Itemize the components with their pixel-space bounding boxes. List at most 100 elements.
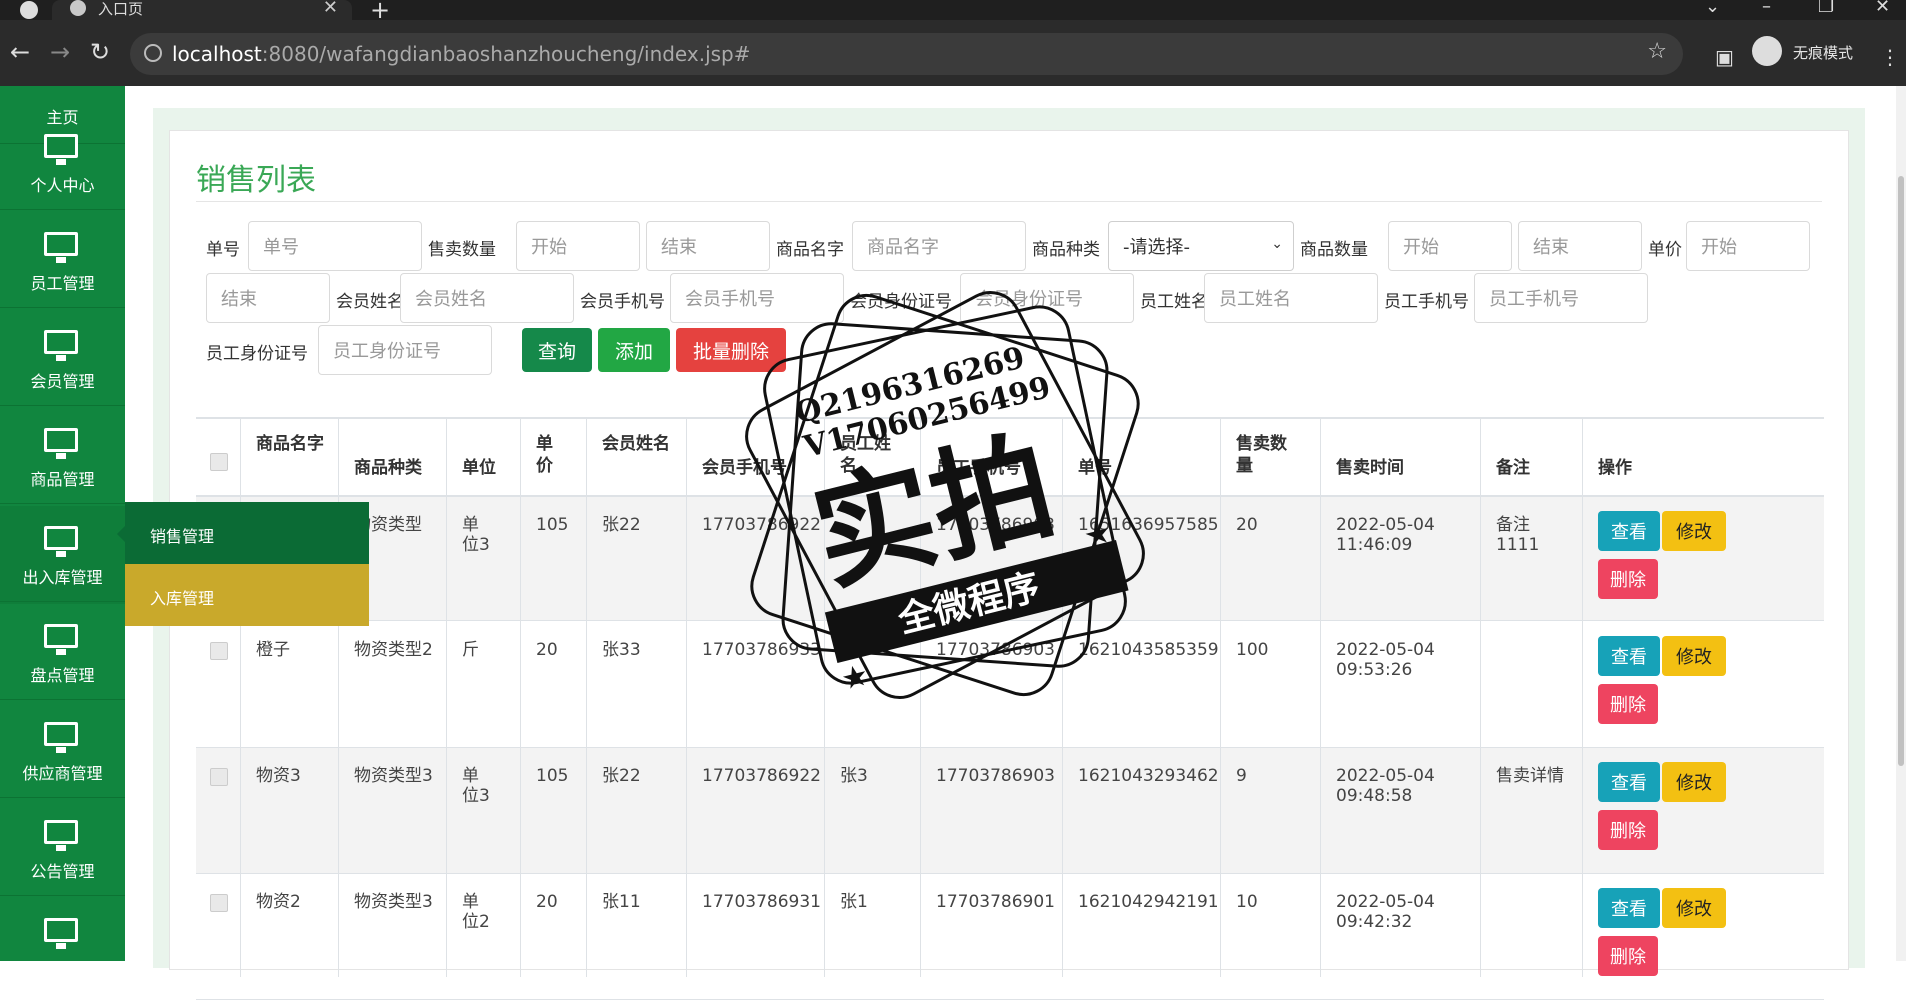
sidebar-item-notices[interactable]: 公告管理 — [0, 800, 125, 898]
staff-id-input[interactable]: 员工身份证号 — [318, 325, 492, 375]
cell-member-phone: 17703786922 — [702, 515, 821, 535]
edit-button[interactable]: 修改 — [1662, 762, 1726, 802]
delete-button[interactable]: 删除 — [1598, 684, 1658, 724]
sidebar-divider — [0, 895, 125, 896]
sidebar-item-goods[interactable]: 商品管理 — [0, 408, 125, 506]
address-bar[interactable]: localhost:8080/wafangdianbaoshanzhouchen… — [130, 33, 1683, 75]
table-row: 物资2 物资类型3 单位2 20 张11 17703786931 张1 1770… — [196, 874, 1824, 1000]
cell-staff-phone: 17703786903 — [936, 515, 1055, 535]
more-menu-icon[interactable]: ⋮ — [1880, 45, 1900, 69]
chevron-down-icon: ⌄ — [1271, 236, 1283, 252]
url-path: :8080/wafangdianbaoshanzhoucheng/index.j… — [261, 42, 751, 66]
cell-sale-qty: 10 — [1236, 892, 1258, 912]
row-checkbox[interactable] — [210, 894, 228, 912]
page-scrollbar[interactable] — [1896, 86, 1906, 961]
staff-phone-label: 员工手机号 — [1384, 292, 1469, 312]
cell-unit: 单位3 — [462, 515, 490, 555]
cell-sale-qty: 9 — [1236, 766, 1247, 786]
sidebar-item-suppliers[interactable]: 供应商管理 — [0, 702, 125, 800]
monitor-icon — [44, 134, 78, 165]
sidebar-item-label: 公告管理 — [30, 862, 95, 881]
tab-close-icon[interactable]: ✕ — [323, 0, 338, 18]
price-start-input[interactable]: 开始 — [1686, 221, 1810, 271]
view-button[interactable]: 查看 — [1598, 762, 1660, 802]
sidebar-divider — [0, 307, 125, 308]
incognito-icon[interactable] — [1752, 36, 1782, 66]
goods-name-input[interactable]: 商品名字 — [852, 221, 1026, 271]
delete-button[interactable]: 删除 — [1598, 936, 1658, 976]
goods-type-select[interactable]: -请选择- ⌄ — [1108, 221, 1294, 271]
url-host: localhost — [172, 42, 262, 66]
flyout-item-stock-in[interactable]: 入库管理 — [125, 564, 369, 626]
column-divider — [824, 417, 825, 977]
member-id-input[interactable]: 会员身份证号 — [960, 273, 1134, 323]
sidebar-item-basedata[interactable]: 基础数据管理 — [0, 898, 125, 996]
sidebar-item-members[interactable]: 会员管理 — [0, 310, 125, 408]
view-button[interactable]: 查看 — [1598, 511, 1660, 551]
goods-type-label: 商品种类 — [1032, 240, 1100, 260]
sidebar-item-inventory[interactable]: 盘点管理 — [0, 604, 125, 702]
sidebar-item-staff[interactable]: 员工管理 — [0, 212, 125, 310]
order-no-input[interactable]: 单号 — [248, 221, 422, 271]
member-phone-input[interactable]: 会员手机号 — [670, 273, 844, 323]
cell-note: 备注1111 — [1496, 515, 1540, 555]
order-no-label: 单号 — [206, 240, 240, 260]
sidebar-item-inout[interactable]: 出入库管理 — [0, 506, 125, 604]
member-name-input[interactable]: 会员姓名 — [400, 273, 574, 323]
select-all-checkbox[interactable] — [210, 453, 228, 471]
cell-sale-time: 2022-05-04 09:53:26 — [1336, 640, 1435, 680]
scrollbar-thumb[interactable] — [1898, 176, 1904, 766]
close-window-icon[interactable]: ✕ — [1875, 0, 1890, 17]
cell-member-phone: 17703786922 — [702, 766, 821, 786]
delete-button[interactable]: 删除 — [1598, 559, 1658, 599]
header-note: 备注 — [1496, 458, 1530, 478]
bookmark-star-icon[interactable]: ☆ — [1647, 39, 1667, 64]
cell-staff-name: 张1 — [840, 892, 868, 912]
goods-qty-end-input[interactable]: 结束 — [1518, 221, 1642, 271]
column-divider — [446, 417, 447, 977]
column-divider — [338, 417, 339, 977]
monitor-icon — [44, 232, 78, 263]
flyout-item-sales[interactable]: 销售管理 — [125, 502, 369, 564]
edit-button[interactable]: 修改 — [1662, 636, 1726, 676]
sidebar-item-label: 商品管理 — [30, 470, 95, 489]
goods-type-value: -请选择- — [1123, 237, 1190, 258]
column-divider — [240, 417, 241, 977]
batch-delete-button[interactable]: 批量删除 — [676, 328, 786, 372]
minimize-icon[interactable]: – — [1762, 0, 1771, 17]
header-goods-name: 商品名字 — [256, 434, 324, 454]
row-checkbox[interactable] — [210, 768, 228, 786]
price-end-input[interactable]: 结束 — [206, 273, 330, 323]
cell-staff-name: 张3 — [840, 766, 868, 786]
tab-search-icon[interactable]: ⌄ — [1705, 0, 1720, 17]
row-checkbox[interactable] — [210, 642, 228, 660]
staff-phone-input[interactable]: 员工手机号 — [1474, 273, 1648, 323]
query-button[interactable]: 查询 — [522, 328, 592, 372]
sidebar-item-label: 出入库管理 — [22, 568, 103, 587]
cell-member-phone: 17703786933 — [702, 640, 821, 660]
browser-logo-icon — [20, 1, 38, 19]
sale-qty-start-input[interactable]: 开始 — [516, 221, 640, 271]
sidebar-item-label: 个人中心 — [30, 176, 95, 195]
cell-price: 105 — [536, 766, 569, 786]
sidebar-item-profile[interactable]: 个人中心 — [0, 114, 125, 212]
cell-sale-qty: 20 — [1236, 515, 1258, 535]
browser-tab[interactable]: 入口页 ✕ — [52, 0, 352, 20]
edit-button[interactable]: 修改 — [1662, 511, 1726, 551]
member-phone-label: 会员手机号 — [580, 292, 665, 312]
sale-qty-end-input[interactable]: 结束 — [646, 221, 770, 271]
add-button[interactable]: 添加 — [598, 328, 670, 372]
view-button[interactable]: 查看 — [1598, 888, 1660, 928]
side-panel-icon[interactable]: ▣ — [1715, 45, 1734, 69]
sidebar-divider — [0, 503, 125, 504]
delete-button[interactable]: 删除 — [1598, 810, 1658, 850]
staff-name-input[interactable]: 员工姓名 — [1204, 273, 1378, 323]
edit-button[interactable]: 修改 — [1662, 888, 1726, 928]
goods-qty-label: 商品数量 — [1300, 240, 1368, 260]
sidebar-flyout-menu: 销售管理 入库管理 — [117, 502, 369, 626]
site-info-icon[interactable] — [144, 44, 162, 62]
restore-icon[interactable]: ❐ — [1818, 0, 1834, 17]
goods-qty-start-input[interactable]: 开始 — [1388, 221, 1512, 271]
table-row: 物资3 物资类型3 单位3 105 张22 17703786922 张3 177… — [196, 748, 1824, 874]
view-button[interactable]: 查看 — [1598, 636, 1660, 676]
